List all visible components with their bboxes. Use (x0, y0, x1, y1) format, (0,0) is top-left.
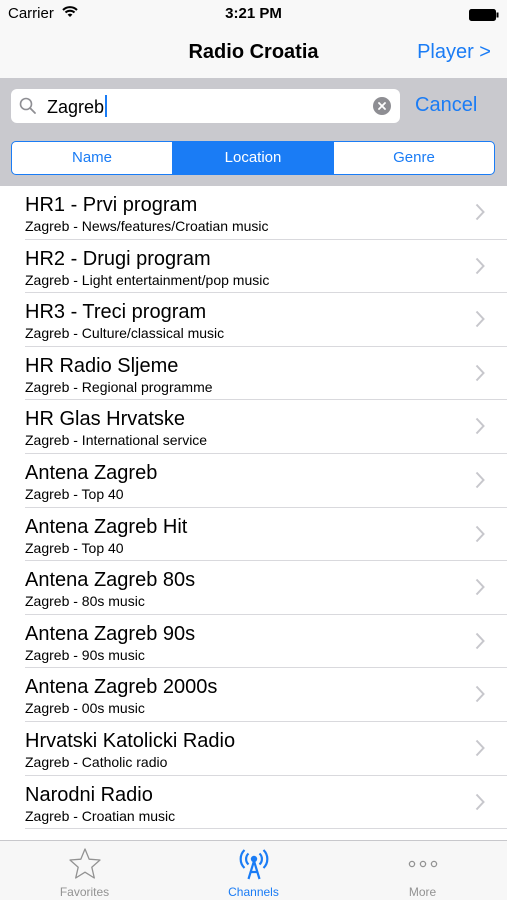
search-input[interactable]: Zagreb (11, 89, 400, 123)
chevron-right-icon (475, 310, 485, 333)
station-subtitle: Zagreb - Croatian music (25, 807, 176, 824)
station-subtitle: Zagreb - Regional programme (25, 378, 213, 395)
station-subtitle: Zagreb - International service (25, 432, 208, 449)
chevron-right-icon (475, 257, 485, 280)
station-subtitle: Zagreb - 80s music (25, 593, 145, 610)
search-scope-control: Name Location Genre (11, 141, 495, 175)
navigation-bar: Radio Croatia Player > (0, 28, 507, 78)
station-name: HR2 - Drugi program (25, 247, 211, 270)
station-subtitle: Zagreb - Light entertainment/pop music (25, 271, 270, 288)
tab-label: Channels (228, 885, 279, 899)
text-caret (105, 95, 108, 117)
chevron-right-icon (475, 739, 485, 762)
search-icon (19, 97, 37, 120)
search-area: Zagreb Cancel Name Location Genre (0, 78, 507, 186)
chevron-right-icon (475, 417, 485, 440)
chevron-right-icon (475, 525, 485, 548)
antenna-icon (237, 847, 271, 886)
station-row[interactable]: Hrvatski Katolicki Radio Zagreb - Cathol… (0, 722, 507, 776)
segment-name[interactable]: Name (12, 142, 173, 174)
station-row[interactable]: Antena Zagreb 2000s Zagreb - 00s music (0, 668, 507, 722)
station-row[interactable]: HR3 - Treci program Zagreb - Culture/cla… (0, 293, 507, 347)
tab-more[interactable]: More (338, 841, 507, 900)
tab-favorites[interactable]: Favorites (0, 841, 169, 900)
star-icon (68, 847, 102, 886)
station-name: HR3 - Treci program (25, 301, 207, 324)
station-name: HR Glas Hrvatske (25, 408, 186, 431)
station-name: HR Radio Sljeme (25, 354, 179, 377)
status-bar: Carrier 3:21 PM (0, 0, 507, 28)
station-name: Antena Zagreb 2000s (25, 676, 218, 699)
chevron-right-icon (475, 203, 485, 226)
station-name: Antena Zagreb 90s (25, 622, 196, 645)
chevron-right-icon (475, 578, 485, 601)
station-subtitle: Zagreb - Top 40 (25, 485, 124, 502)
station-name: Narodni Radio (25, 783, 153, 806)
more-dots-icon (406, 847, 440, 886)
segment-genre[interactable]: Genre (334, 142, 494, 174)
player-button[interactable]: Player > (417, 41, 491, 64)
station-row[interactable]: HR Radio Sljeme Zagreb - Regional progra… (0, 347, 507, 401)
station-row[interactable]: Antena Zagreb Zagreb - Top 40 (0, 454, 507, 508)
station-subtitle: Zagreb - 00s music (25, 700, 145, 717)
station-row[interactable]: HR Glas Hrvatske Zagreb - International … (0, 400, 507, 454)
station-subtitle: Zagreb - Culture/classical music (25, 325, 225, 342)
clear-search-icon[interactable] (373, 97, 391, 115)
station-name: Antena Zagreb Hit (25, 515, 188, 538)
station-row[interactable]: Antena Zagreb Hit Zagreb - Top 40 (0, 508, 507, 562)
chevron-right-icon (475, 793, 485, 816)
station-row[interactable]: HR1 - Prvi program Zagreb - News/feature… (0, 186, 507, 240)
station-name: Hrvatski Katolicki Radio (25, 729, 236, 752)
station-row[interactable]: HR2 - Drugi program Zagreb - Light enter… (0, 240, 507, 294)
chevron-right-icon (475, 364, 485, 387)
station-subtitle: Zagreb - News/features/Croatian music (25, 218, 269, 234)
tab-channels[interactable]: Channels (169, 841, 338, 900)
station-row[interactable]: Narodni Radio Zagreb - Croatian music (0, 776, 507, 830)
tab-bar: Favorites Channels More (0, 840, 507, 900)
station-subtitle: Zagreb - Catholic radio (25, 753, 168, 770)
clock: 3:21 PM (225, 5, 282, 22)
station-row[interactable]: Antena Zagreb 80s Zagreb - 80s music (0, 561, 507, 615)
chevron-right-icon (475, 685, 485, 708)
search-query: Zagreb (47, 97, 105, 117)
chevron-right-icon (475, 632, 485, 655)
station-list: HR1 - Prvi program Zagreb - News/feature… (0, 186, 507, 840)
station-subtitle: Zagreb - 90s music (25, 646, 145, 663)
station-name: HR1 - Prvi program (25, 194, 198, 216)
tab-label: Favorites (59, 885, 110, 899)
station-subtitle: Zagreb - Top 40 (25, 539, 124, 556)
battery-icon (469, 8, 499, 21)
station-name: Antena Zagreb 80s (25, 569, 196, 592)
segment-location[interactable]: Location (173, 142, 334, 174)
tab-label: More (408, 885, 437, 899)
station-name: Antena Zagreb (25, 461, 158, 484)
chevron-right-icon (475, 471, 485, 494)
cancel-button[interactable]: Cancel (415, 94, 477, 117)
station-row[interactable]: Antena Zagreb 90s Zagreb - 90s music (0, 615, 507, 669)
